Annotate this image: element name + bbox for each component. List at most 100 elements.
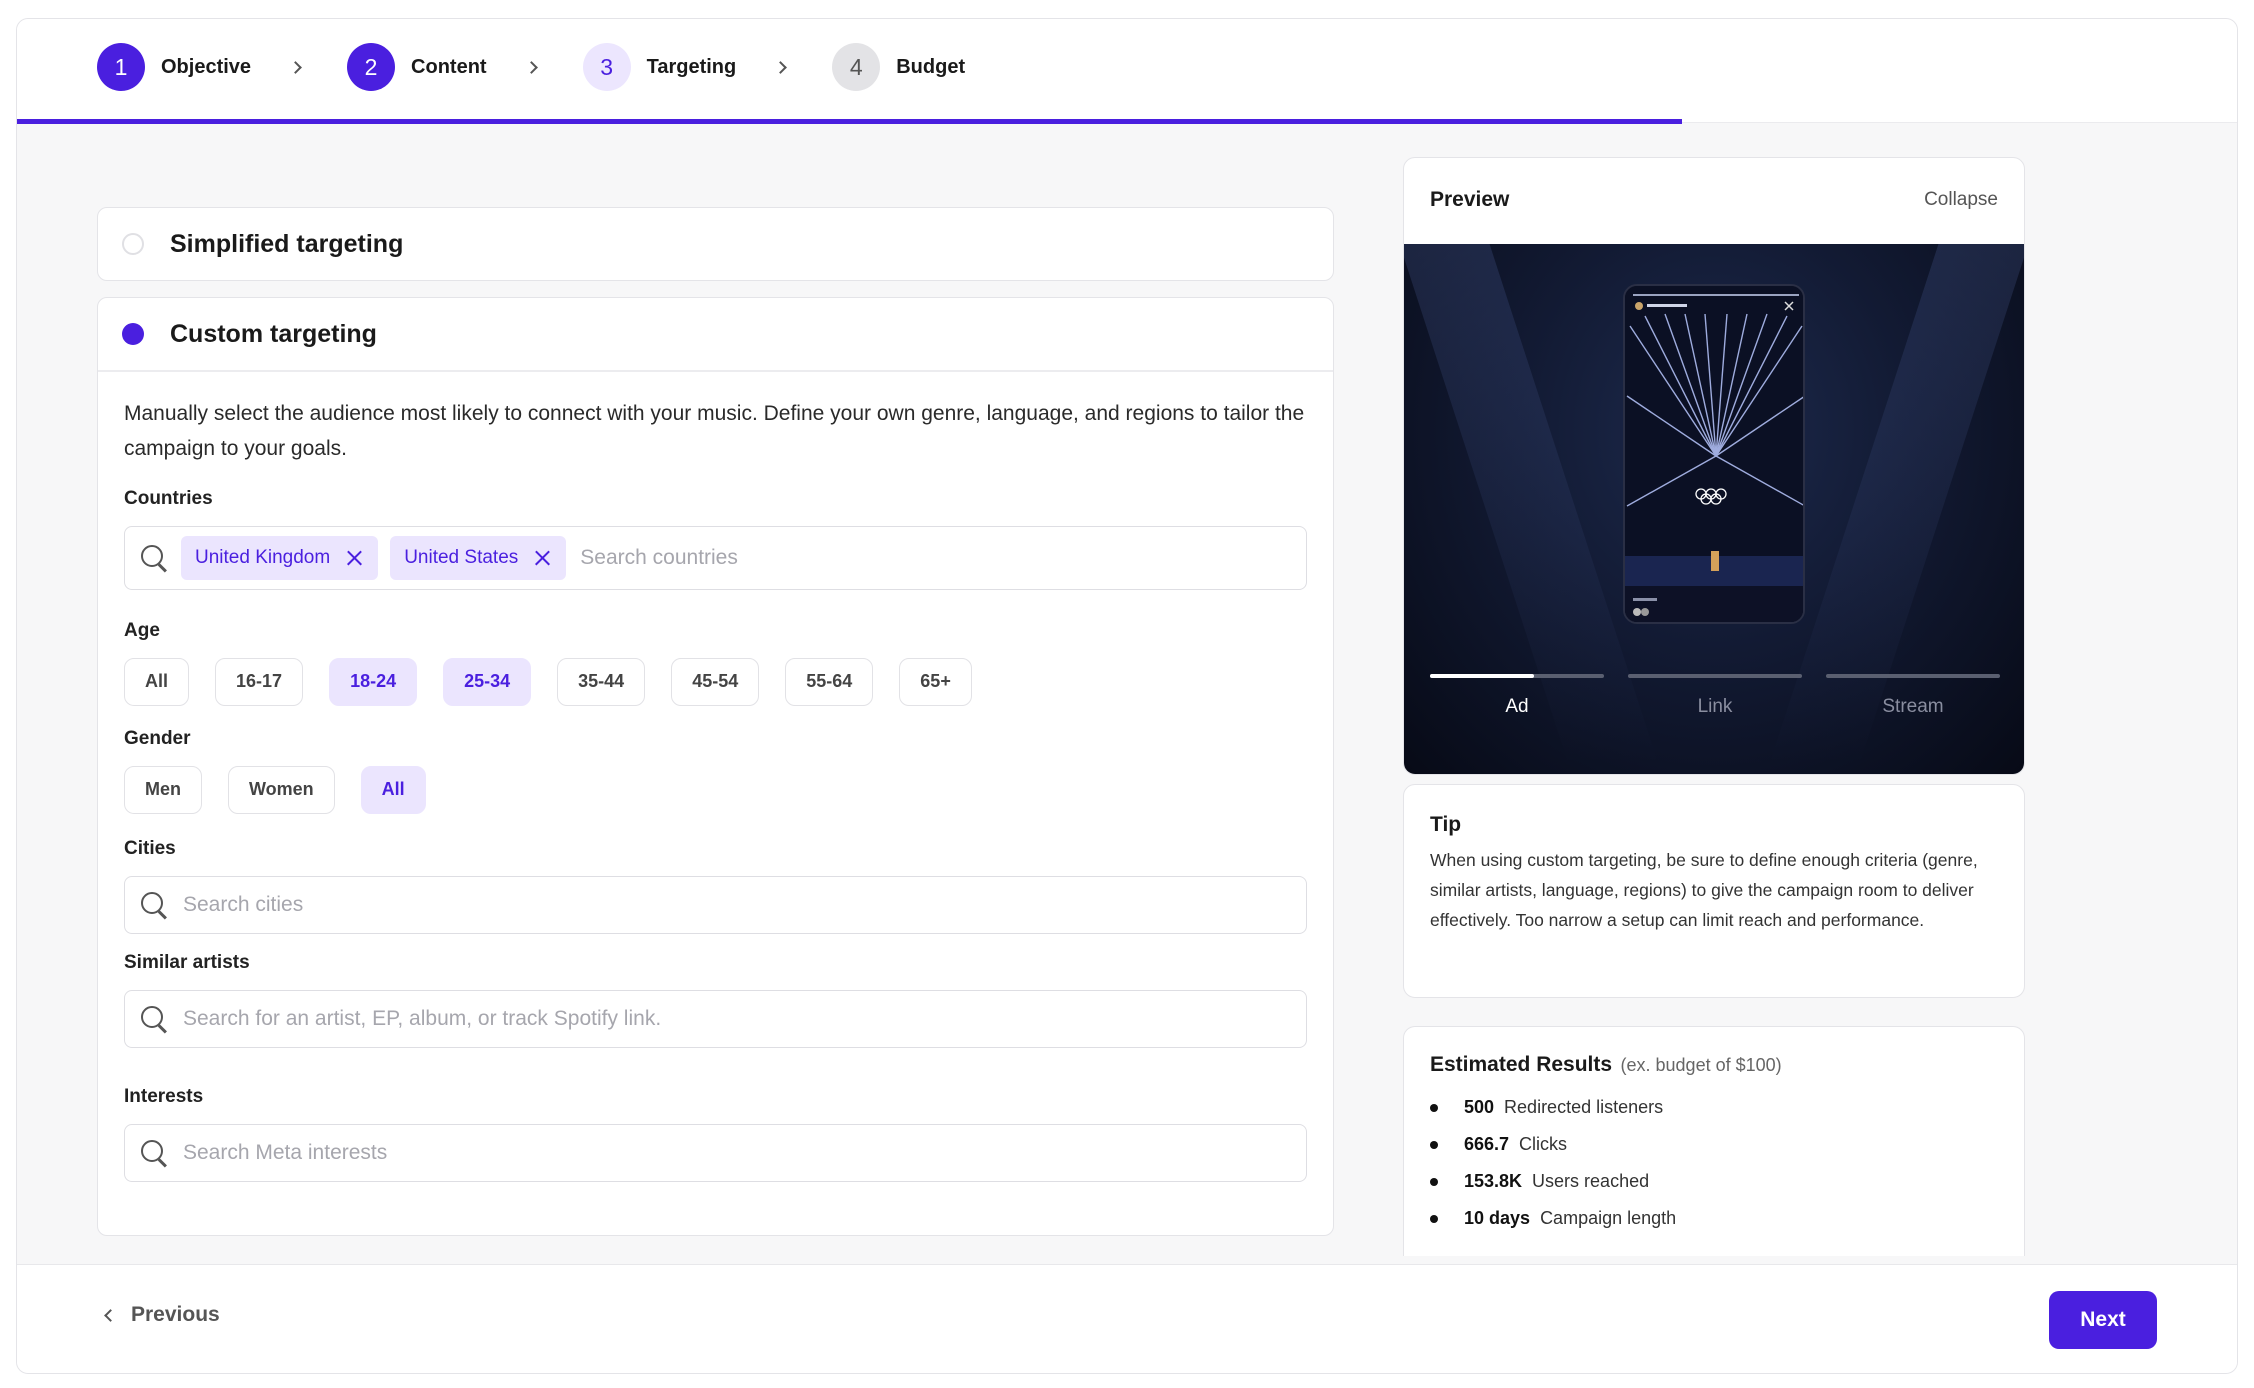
age-option-55-64[interactable]: 55-64	[785, 657, 874, 706]
step-number: 2	[347, 43, 396, 91]
estimated-results-card: Estimated Results (ex. budget of $100) 5…	[1403, 1026, 2025, 1256]
custom-targeting-header[interactable]: Custom targeting	[98, 298, 1333, 370]
bullet-icon	[1430, 1140, 1438, 1149]
progress-bar-fill	[17, 119, 1682, 124]
interests-search-input[interactable]	[183, 1140, 1306, 1165]
step-budget[interactable]: 4 Budget	[832, 43, 965, 91]
country-chip: United States	[390, 535, 567, 580]
chevron-right-icon	[525, 59, 541, 75]
custom-targeting-title: Custom targeting	[170, 319, 377, 348]
step-content[interactable]: 2 Content	[347, 43, 487, 91]
close-icon[interactable]	[344, 548, 364, 568]
age-option-25-34[interactable]: 25-34	[443, 657, 532, 706]
bullet-icon	[1430, 1177, 1438, 1186]
similar-artists-search-input[interactable]	[183, 1006, 1306, 1031]
gender-option-men[interactable]: Men	[124, 765, 202, 814]
simplified-targeting-radio[interactable]	[122, 233, 144, 255]
countries-search-input[interactable]	[580, 545, 1306, 570]
age-option-45-54[interactable]: 45-54	[671, 657, 760, 706]
gender-option-women[interactable]: Women	[228, 765, 335, 814]
interests-label: Interests	[124, 1085, 204, 1107]
step-number: 4	[832, 43, 881, 91]
age-options: All 16-17 18-24 25-34 35-44 45-54 55-64 …	[124, 657, 1307, 706]
tab-stream[interactable]: Stream	[1826, 696, 2000, 718]
stepper: 1 Objective 2 Content 3 Targeting 4 Budg…	[17, 19, 2237, 124]
chip-label: United States	[404, 546, 519, 568]
step-label: Targeting	[646, 55, 737, 78]
similar-artists-search[interactable]	[124, 989, 1307, 1048]
list-item: 153.8K Users reached	[1430, 1163, 1998, 1200]
campaign-wizard: 1 Objective 2 Content 3 Targeting 4 Budg…	[16, 18, 2238, 1374]
cities-search-input[interactable]	[183, 892, 1306, 917]
light-beam	[1404, 244, 1659, 764]
result-label: Users reached	[1532, 1171, 1650, 1191]
custom-targeting-radio[interactable]	[122, 323, 144, 345]
tab-link[interactable]: Link	[1628, 696, 1802, 718]
previous-button[interactable]: Previous	[101, 1303, 220, 1327]
step-label: Objective	[161, 55, 252, 78]
step-number: 3	[582, 43, 631, 91]
close-icon[interactable]	[532, 548, 552, 568]
ad-preview-stage: Ad Link Stream	[1404, 244, 2024, 774]
results-list: 500 Redirected listeners 666.7 Clicks 15…	[1430, 1089, 1998, 1237]
simplified-targeting-card[interactable]: Simplified targeting	[97, 207, 1334, 281]
ad-preview-image	[1625, 286, 1803, 622]
chevron-left-icon	[101, 1308, 115, 1322]
cities-search[interactable]	[124, 875, 1307, 934]
collapse-button[interactable]: Collapse	[1924, 189, 1998, 211]
bullet-icon	[1430, 1214, 1438, 1223]
simplified-targeting-title: Simplified targeting	[170, 229, 404, 258]
age-option-65-plus[interactable]: 65+	[899, 657, 972, 706]
tab-progress-fill	[1430, 674, 1535, 678]
step-label: Budget	[896, 55, 966, 78]
step-number: 1	[97, 43, 145, 91]
age-label: Age	[124, 619, 160, 641]
gender-options: Men Women All	[124, 765, 1307, 814]
result-label: Redirected listeners	[1504, 1097, 1664, 1117]
interests-search[interactable]	[124, 1123, 1307, 1182]
result-value: 500	[1464, 1097, 1495, 1117]
tab-progress-link	[1628, 674, 1802, 678]
step-objective[interactable]: 1 Objective	[97, 43, 251, 91]
bullet-icon	[1430, 1103, 1438, 1112]
search-icon	[139, 890, 169, 920]
results-title: Estimated Results	[1430, 1053, 1613, 1076]
age-option-18-24[interactable]: 18-24	[329, 657, 418, 706]
progress-bar	[17, 119, 2237, 124]
age-option-16-17[interactable]: 16-17	[215, 657, 304, 706]
age-option-35-44[interactable]: 35-44	[557, 657, 646, 706]
age-option-all[interactable]: All	[124, 657, 190, 706]
step-targeting[interactable]: 3 Targeting	[582, 43, 737, 91]
results-subtitle: (ex. budget of $100)	[1620, 1055, 1782, 1075]
list-item: 10 days Campaign length	[1430, 1200, 1998, 1237]
countries-search[interactable]: United Kingdom United States	[124, 525, 1307, 590]
preview-tab-progress	[1430, 674, 2000, 678]
preview-tabs: Ad Link Stream	[1430, 696, 2000, 718]
result-value: 10 days	[1464, 1208, 1531, 1228]
search-icon	[139, 1138, 169, 1168]
list-item: 666.7 Clicks	[1430, 1126, 1998, 1163]
list-item: 500 Redirected listeners	[1430, 1089, 1998, 1126]
gender-label: Gender	[124, 727, 191, 749]
preview-card: Preview Collapse Ad Link Stream	[1403, 157, 2025, 775]
tab-progress-ad	[1430, 674, 1604, 678]
search-icon	[139, 1004, 169, 1034]
tip-body: When using custom targeting, be sure to …	[1430, 850, 1978, 930]
cities-label: Cities	[124, 837, 176, 859]
custom-targeting-body: Manually select the audience most likely…	[98, 372, 1333, 1182]
countries-label: Countries	[124, 487, 213, 509]
result-label: Campaign length	[1540, 1208, 1677, 1228]
country-chip: United Kingdom	[181, 535, 379, 580]
phone-preview[interactable]	[1623, 284, 1805, 624]
simplified-targeting-header[interactable]: Simplified targeting	[98, 208, 1333, 280]
chip-label: United Kingdom	[195, 546, 331, 568]
result-value: 153.8K	[1464, 1171, 1523, 1191]
chevron-right-icon	[289, 59, 305, 75]
tab-progress-stream	[1826, 674, 2000, 678]
tip-title: Tip	[1430, 813, 1462, 836]
tab-ad[interactable]: Ad	[1430, 696, 1604, 718]
gender-option-all[interactable]: All	[360, 765, 426, 814]
previous-label: Previous	[131, 1303, 220, 1326]
custom-targeting-card: Custom targeting Manually select the aud…	[97, 297, 1334, 1236]
next-button[interactable]: Next	[2049, 1291, 2157, 1349]
